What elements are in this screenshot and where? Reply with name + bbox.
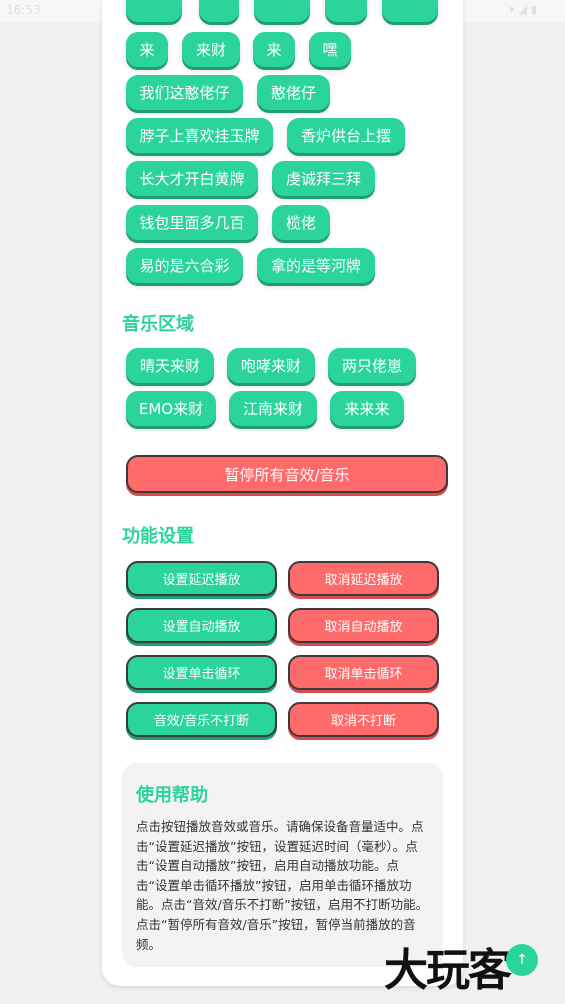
- sound-button[interactable]: 我们这憨佬仔: [126, 75, 243, 110]
- cancel-loop-button[interactable]: 取消单击循环: [288, 655, 439, 690]
- scroll-top-button[interactable]: ↑: [506, 944, 538, 976]
- music-button[interactable]: 两只佬崽: [328, 348, 416, 383]
- music-button[interactable]: 江南来财: [229, 391, 317, 426]
- arrow-up-icon: ↑: [516, 952, 528, 968]
- sound-button[interactable]: 来: [126, 32, 168, 67]
- no-interrupt-button[interactable]: 音效/音乐不打断: [126, 702, 277, 737]
- settings-section-title: 功能设置: [122, 526, 194, 547]
- set-loop-button[interactable]: 设置单击循环: [126, 655, 277, 690]
- cancel-autoplay-button[interactable]: 取消自动播放: [288, 608, 439, 643]
- music-button[interactable]: 晴天来财: [126, 348, 214, 383]
- sound-button[interactable]: 嘿: [309, 32, 351, 67]
- sound-button[interactable]: 拿的是等河牌: [257, 248, 375, 283]
- sound-button[interactable]: 钱包里面多几百: [126, 205, 258, 240]
- cancel-no-interrupt-button[interactable]: 取消不打断: [288, 702, 439, 737]
- cancel-delay-button[interactable]: 取消延迟播放: [288, 561, 439, 596]
- music-button[interactable]: 咆哮来财: [227, 348, 315, 383]
- music-section-title: 音乐区域: [122, 314, 194, 335]
- stop-all-button[interactable]: 暂停所有音效/音乐: [126, 455, 448, 493]
- set-autoplay-button[interactable]: 设置自动播放: [126, 608, 277, 643]
- sound-button[interactable]: 来: [253, 32, 295, 67]
- help-title: 使用帮助: [136, 785, 208, 806]
- sound-button[interactable]: 虔诚拜三拜: [272, 161, 375, 196]
- sound-button[interactable]: 易的是六合彩: [126, 248, 243, 283]
- music-button[interactable]: EMO来财: [126, 391, 216, 426]
- sound-button[interactable]: 来财: [182, 32, 240, 67]
- sound-button[interactable]: 榄佬: [272, 205, 330, 240]
- sound-button[interactable]: 长大才开白黄牌: [126, 161, 258, 196]
- sound-button[interactable]: [126, 0, 182, 22]
- status-time: 16:53: [6, 3, 41, 17]
- status-icons: ▾◢▮: [508, 3, 541, 16]
- music-button[interactable]: 来来来: [330, 391, 404, 426]
- sound-button[interactable]: [254, 0, 310, 22]
- sound-button[interactable]: 脖子上喜欢挂玉牌: [126, 118, 273, 153]
- sound-button[interactable]: [382, 0, 438, 22]
- sound-button[interactable]: 香炉供台上摆: [287, 118, 405, 153]
- sound-button[interactable]: 憨佬仔: [257, 75, 330, 110]
- set-delay-button[interactable]: 设置延迟播放: [126, 561, 277, 596]
- sound-button[interactable]: [199, 0, 239, 22]
- watermark-logo: 大玩客: [384, 945, 512, 996]
- sound-button[interactable]: [325, 0, 367, 22]
